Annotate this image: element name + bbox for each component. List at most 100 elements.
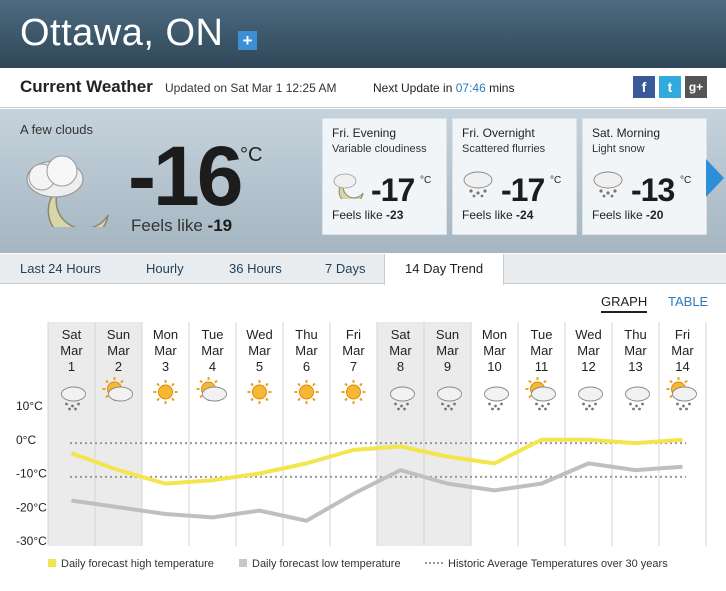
current-weather-title: Current Weather [20,77,153,96]
legend-low-label: Daily forecast low temperature [252,558,401,570]
day-label: Thu [624,327,646,342]
day-label: Mar [624,343,647,358]
forecast-card[interactable]: Fri. Overnight Scattered flurries -17 °C… [452,118,577,235]
feels-like-label: Feels like [131,216,203,235]
graph-view-link[interactable]: GRAPH [601,294,648,313]
forecast-condition: Scattered flurries [462,143,546,155]
forecast-card[interactable]: Fri. Evening Variable cloudiness -17 °C … [322,118,447,235]
day-label: Sun [436,327,459,342]
day-label: 7 [350,359,357,374]
day-label: Mar [530,343,553,358]
y-tick-label: 0°C [16,433,36,447]
feels-like-label: Feels like [592,208,643,222]
day-label: Mar [201,343,224,358]
day-label: Sun [107,327,130,342]
tab-14-day-trend[interactable]: 14 Day Trend [384,254,505,285]
day-label: 14 [675,359,689,374]
forecast-feels-like: Feels like -20 [592,208,663,222]
feels-like-value: -23 [386,208,404,222]
forecast-condition: Light snow [592,143,645,155]
legend-high: Daily forecast high temperature [48,558,214,570]
facebook-icon[interactable]: f [633,76,655,98]
day-label: 12 [581,359,595,374]
sun-icon [294,380,319,404]
tab-36-hours[interactable]: 36 Hours [219,254,292,284]
page-header: Ottawa, ON + [0,0,726,68]
city-title: Ottawa, ON [20,12,224,54]
day-label: Mar [436,343,459,358]
legend-high-swatch [48,559,56,567]
next-update-countdown: 07:46 [455,81,486,95]
current-temperature-unit: °C [240,144,263,166]
forecast-temperature: -17 [501,172,545,208]
day-label: Mar [483,343,506,358]
day-label: Sat [391,327,411,342]
day-label: Fri [346,327,361,342]
day-label: Fri [675,327,690,342]
day-label: Tue [531,327,553,342]
day-label: 10 [487,359,501,374]
day-label: 3 [162,359,169,374]
day-label: Mar [60,343,83,358]
forecast-period: Fri. Evening [332,126,397,140]
next-update-suffix: mins [489,81,515,95]
sun-snow-cloud-icon [525,377,556,411]
y-tick-label: -20°C [16,500,47,514]
forecast-period: Fri. Overnight [462,126,535,140]
day-label: 6 [303,359,310,374]
snow-cloud-icon [578,386,603,411]
day-label: 11 [535,359,549,374]
day-label: Mar [671,343,694,358]
day-label: Thu [295,327,317,342]
y-tick-label: -30°C [16,534,47,548]
day-label: Mar [248,343,271,358]
day-label: Mar [154,343,177,358]
legend-historic-label: Historic Average Temperatures over 30 ye… [448,558,668,570]
day-label: 13 [628,359,642,374]
table-view-link[interactable]: TABLE [668,294,708,309]
forecast-card[interactable]: Sat. Morning Light snow -13 °C Feels lik… [582,118,707,235]
legend-historic-swatch [425,562,443,564]
day-label: Mar [295,343,318,358]
updated-time: Updated on Sat Mar 1 12:25 AM [165,81,337,95]
tab-hourly[interactable]: Hourly [136,254,194,284]
day-label: Mar [389,343,412,358]
feels-like-value: -19 [207,216,233,235]
forecast-feels-like: Feels like -24 [462,208,533,222]
day-label: 4 [209,359,216,374]
day-label: 9 [444,359,451,374]
day-label: Mar [107,343,130,358]
sun-snow-cloud-icon [666,377,697,411]
current-weather-bar: Current Weather Updated on Sat Mar 1 12:… [0,68,726,108]
day-label: Sat [62,327,82,342]
snow-cloud-icon [484,386,509,411]
tab-7-days[interactable]: 7 Days [315,254,375,284]
current-condition: A few clouds [20,122,93,137]
snow-cloud-icon [463,171,493,198]
legend-historic: Historic Average Temperatures over 30 ye… [425,558,668,570]
add-location-button[interactable]: + [238,31,257,50]
twitter-icon[interactable]: t [659,76,681,98]
google-plus-icon[interactable]: g+ [685,76,707,98]
next-arrow-icon[interactable] [706,159,724,197]
day-label: Mar [342,343,365,358]
feels-like-label: Feels like [332,208,383,222]
y-tick-label: -10°C [16,467,47,481]
forecast-tabs: Last 24 Hours Hourly 36 Hours 7 Days 14 … [0,254,726,285]
day-label: Wed [246,327,273,342]
sun-icon [341,380,366,404]
current-temperature: -16 [128,129,243,223]
day-label: Wed [575,327,602,342]
day-label: Tue [202,327,224,342]
sun-cloud-icon [196,377,227,402]
forecast-feels-like: Feels like -23 [332,208,403,222]
day-label: Mar [577,343,600,358]
day-label: 1 [68,359,75,374]
day-label: 2 [115,359,122,374]
forecast-temperature-unit: °C [420,175,432,186]
tab-last-24-hours[interactable]: Last 24 Hours [10,254,111,284]
forecast-condition: Variable cloudiness [332,143,427,155]
feels-like-value: -24 [516,208,534,222]
forecast-temperature-unit: °C [550,175,562,186]
legend-high-label: Daily forecast high temperature [61,558,214,570]
